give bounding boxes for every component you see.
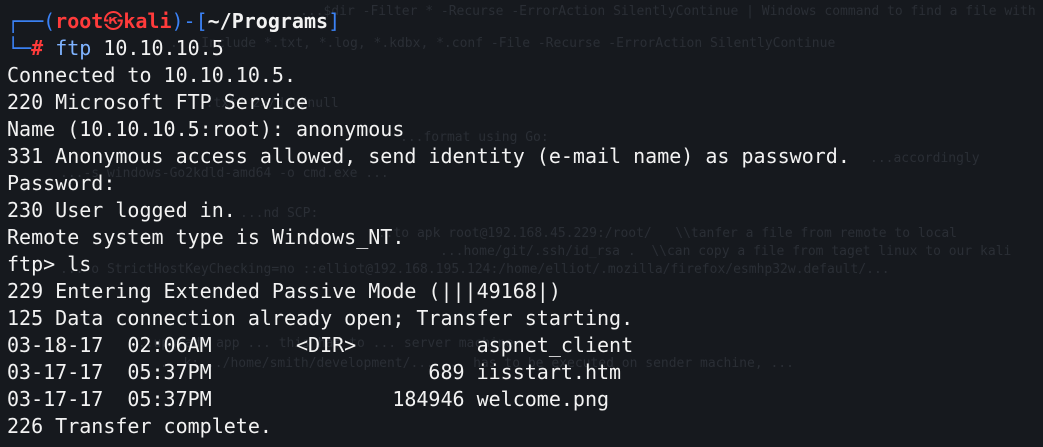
prompt-separator: )-[ <box>171 9 208 33</box>
output-line: 226 Transfer complete. <box>7 414 272 438</box>
output-line: 230 User logged in. <box>7 198 236 222</box>
prompt-path: ~/Programs <box>207 9 329 33</box>
output-line: 220 Microsoft FTP Service <box>7 90 309 114</box>
terminal-content: ┌──(root㉿kali)-[~/Programs] └─# ftp 10.1… <box>7 8 1043 440</box>
output-line: Remote system type is Windows_NT. <box>7 225 405 249</box>
prompt-corner-top: ┌──( <box>7 9 56 33</box>
command-args: 10.10.10.5 <box>91 36 224 60</box>
prompt-user: root <box>55 9 104 33</box>
prompt-close: ] <box>328 9 341 33</box>
skull-icon: ㉿ <box>103 9 124 33</box>
command-name: ftp <box>55 36 92 60</box>
output-line: Connected to 10.10.10.5. <box>7 63 296 87</box>
listing-row: 03-17-17 05:37PM 689 iisstart.htm <box>7 360 622 384</box>
prompt-line-top: ┌──(root㉿kali)-[~/Programs] <box>7 8 1043 35</box>
listing-row: 03-18-17 02:06AM <DIR> aspnet_client <box>7 333 634 357</box>
terminal-window[interactable]: ...$dir -Filter * -Recurse -ErrorAction … <box>0 0 1043 447</box>
output-line: Name (10.10.10.5:root): anonymous <box>7 117 405 141</box>
listing-row: 03-17-17 05:37PM 184946 welcome.png <box>7 387 610 411</box>
prompt-line-bottom: └─# ftp 10.10.10.5 <box>7 35 1043 62</box>
prompt-host: kali <box>123 9 172 33</box>
prompt-hash: # <box>31 36 44 60</box>
prompt-corner-bottom: └─ <box>7 36 32 60</box>
output-line: 125 Data connection already open; Transf… <box>7 306 634 330</box>
output-line: ftp> ls <box>7 252 92 276</box>
output-line: 331 Anonymous access allowed, send ident… <box>7 144 850 168</box>
output-line: 229 Entering Extended Passive Mode (|||4… <box>7 279 561 303</box>
output-line: Password: <box>7 171 116 195</box>
